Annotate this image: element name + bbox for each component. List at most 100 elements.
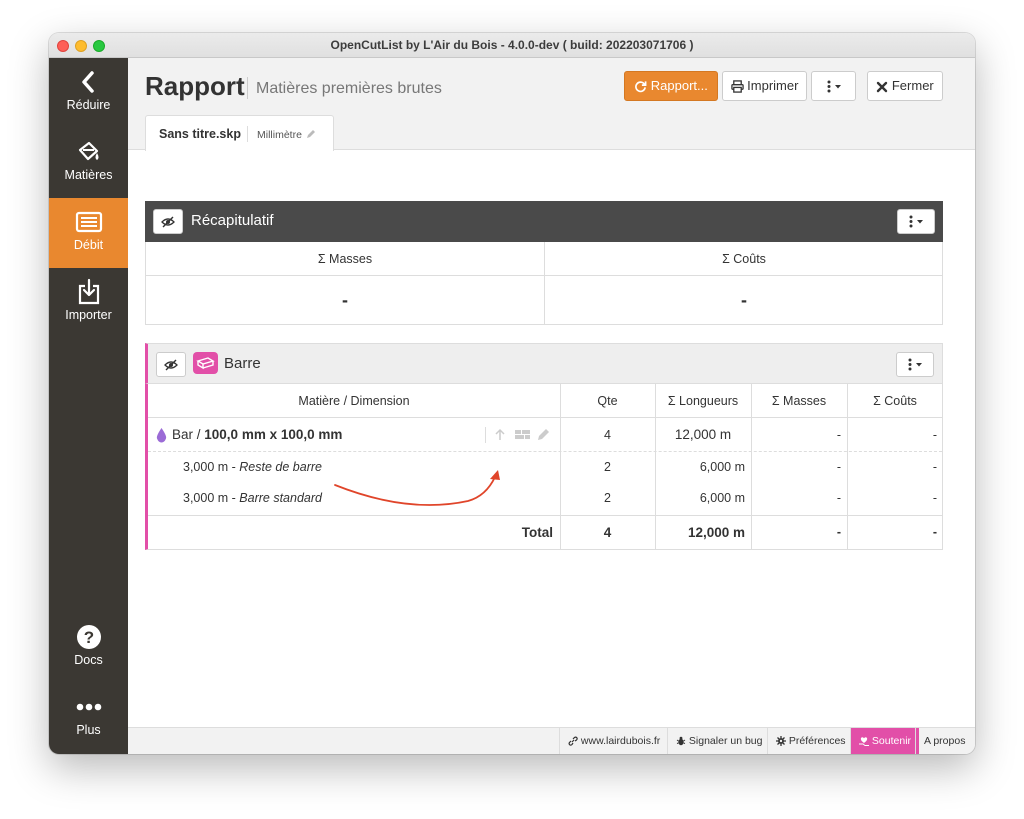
row-masses: -	[836, 491, 841, 505]
row-label: 3,000 m - Barre standard	[183, 491, 322, 505]
cutlist-icon	[75, 211, 102, 233]
row-costs: -	[932, 460, 937, 474]
row-costs: -	[932, 491, 937, 505]
about-link[interactable]: A propos	[915, 728, 973, 754]
summary-title: Récapitulatif	[191, 212, 274, 229]
website-label: www.lairdubois.fr	[580, 735, 661, 747]
print-button-label: Imprimer	[747, 78, 799, 93]
group-label: Bar / 100,0 mm x 100,0 mm	[172, 427, 342, 442]
group-masses: -	[836, 428, 841, 442]
eye-slash-icon	[164, 359, 178, 371]
col-header-length: Σ Longueurs	[667, 394, 739, 408]
website-link[interactable]: www.lairdubois.fr	[559, 728, 668, 754]
summary-costs-value: -	[741, 290, 747, 310]
sidebar-item-docs[interactable]: ? Docs	[49, 613, 128, 683]
barre-menu-button[interactable]	[896, 352, 934, 377]
sidebar-item-label: Docs	[74, 653, 103, 667]
total-costs: -	[932, 525, 937, 539]
col-header-qty: Qte	[597, 394, 618, 408]
close-button-label: Fermer	[891, 78, 934, 93]
heart-hand-icon	[859, 737, 869, 747]
sidebar-item-plus[interactable]: Plus	[49, 683, 128, 753]
sidebar-item-debit[interactable]: Débit	[49, 198, 128, 268]
sidebar-item-label: Importer	[65, 308, 112, 322]
tab-divider	[247, 126, 248, 142]
close-button[interactable]: Fermer	[867, 71, 943, 101]
group-separator: /	[193, 427, 205, 442]
report-button[interactable]: Rapport...	[624, 71, 718, 101]
sidebar-item-label: Réduire	[66, 98, 111, 112]
report-bug-link[interactable]: Signaler un bug	[667, 728, 770, 754]
row-qty: 2	[604, 460, 611, 474]
total-masses: -	[836, 525, 841, 539]
col-header-material: Matière / Dimension	[298, 394, 410, 408]
hide-summary-button[interactable]	[153, 209, 183, 234]
group-dimension: 100,0 mm x 100,0 mm	[204, 427, 343, 442]
row-label-text: Reste de barre	[239, 460, 322, 474]
summary-panel-header: Récapitulatif	[145, 201, 943, 242]
barre-panel-header: Barre	[145, 343, 943, 384]
total-qty: 4	[603, 525, 612, 540]
pencil-icon[interactable]	[537, 428, 550, 441]
barre-table: Matière / Dimension Qte Σ Longueurs Σ Ma…	[145, 384, 943, 550]
minimize-window-button[interactable]	[75, 40, 87, 52]
tab-unit: Millimètre	[257, 129, 302, 141]
close-window-button[interactable]	[57, 40, 69, 52]
row-length: 6,000 m	[699, 491, 745, 505]
row-masses: -	[836, 460, 841, 474]
row-qty: 2	[604, 491, 611, 505]
refresh-icon	[635, 81, 647, 93]
print-button[interactable]: Imprimer	[722, 71, 807, 101]
support-button[interactable]: Soutenir	[850, 728, 920, 754]
summary-menu-button[interactable]	[897, 209, 935, 234]
col-header-costs: Σ Coûts	[873, 394, 917, 408]
more-icon	[76, 703, 101, 711]
col-header-masses: Σ Masses	[771, 394, 827, 408]
hide-barre-button[interactable]	[156, 352, 186, 377]
material-drop-icon	[156, 428, 167, 443]
tab-file[interactable]: Sans titre.skp Millimètre	[145, 115, 334, 151]
report-bug-label: Signaler un bug	[688, 735, 763, 747]
header-more-button[interactable]	[811, 71, 856, 101]
title-bar: OpenCutList by L'Air du Bois - 4.0.0-dev…	[49, 33, 975, 58]
barre-title: Barre	[224, 355, 261, 372]
row-length-prefix: 3,000 m -	[183, 460, 240, 474]
sidebar-item-label: Matières	[64, 168, 113, 182]
row-label-text: Barre standard	[239, 491, 322, 505]
link-icon	[568, 736, 578, 746]
actions-divider	[485, 427, 486, 443]
total-length: 12,000 m	[687, 525, 745, 540]
total-label: Total	[521, 525, 553, 540]
sidebar-item-label: Plus	[76, 723, 101, 737]
beam-icon	[196, 357, 215, 370]
table-row[interactable]: 3,000 m - Reste de barre 2 6,000 m - -	[148, 452, 943, 483]
about-label: A propos	[924, 735, 966, 747]
group-row[interactable]: Bar / 100,0 mm x 100,0 mm 4 12,000 m - -	[148, 418, 943, 451]
table-row[interactable]: 3,000 m - Barre standard 2 6,000 m - -	[148, 483, 943, 514]
row-length-prefix: 3,000 m -	[183, 491, 240, 505]
pencil-icon[interactable]	[306, 129, 316, 139]
zoom-window-button[interactable]	[93, 40, 105, 52]
preferences-label: Préférences	[788, 735, 846, 747]
vertical-dots-icon	[827, 80, 841, 93]
preferences-link[interactable]: Préférences	[767, 728, 854, 754]
help-icon: ?	[76, 625, 101, 649]
arrow-up-icon[interactable]	[494, 428, 506, 441]
group-costs: -	[932, 428, 937, 442]
sidebar-item-matieres[interactable]: Matières	[49, 128, 128, 198]
bar-type-icon	[193, 352, 218, 374]
main-content: Rapport Matières premières brutes Rappor…	[128, 58, 975, 754]
tab-filename: Sans titre.skp	[159, 127, 241, 141]
group-length: 12,000 m	[674, 427, 732, 442]
vertical-dots-icon	[909, 215, 923, 228]
group-material: Bar	[172, 427, 194, 442]
summary-masses-header: Σ Masses	[317, 252, 373, 266]
sidebar-item-importer[interactable]: Importer	[49, 268, 128, 338]
svg-text:?: ?	[83, 628, 93, 647]
sidebar-item-reduire[interactable]: Réduire	[49, 58, 128, 128]
printer-icon	[730, 80, 744, 93]
cutting-diagram-icon[interactable]	[515, 430, 530, 440]
chevron-left-icon	[81, 71, 94, 93]
bug-icon	[676, 737, 686, 746]
sidebar: Réduire Matières Débit Importer ? Docs P…	[49, 58, 128, 754]
